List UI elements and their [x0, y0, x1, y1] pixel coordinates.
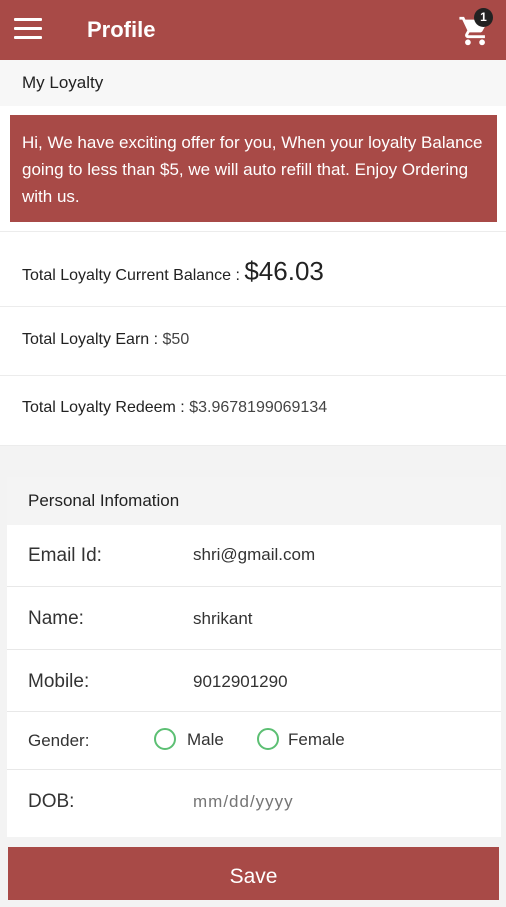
earn-value: $50: [162, 331, 190, 348]
email-label: Email Id:: [28, 545, 102, 566]
mobile-row: Mobile:: [7, 650, 501, 712]
gender-male-radio[interactable]: [154, 728, 176, 750]
redeem-row: Total Loyalty Redeem : $3.9678199069134: [0, 376, 506, 446]
gender-female-label[interactable]: Female: [288, 730, 345, 750]
dob-row: DOB:: [7, 770, 501, 830]
email-row: Email Id:: [7, 525, 501, 587]
redeem-value: $3.9678199069134: [189, 399, 328, 416]
loyalty-section-header: My Loyalty: [0, 60, 506, 106]
offer-banner: Hi, We have exciting offer for you, When…: [10, 115, 497, 222]
earn-row: Total Loyalty Earn : $50: [0, 307, 506, 376]
cart-count-badge: 1: [474, 8, 493, 27]
save-button[interactable]: Save: [8, 847, 499, 900]
name-label: Name:: [28, 608, 84, 629]
redeem-label: Total Loyalty Redeem :: [22, 399, 190, 416]
balance-value: $46.03: [244, 256, 324, 286]
balance-label: Total Loyalty Current Balance :: [22, 267, 245, 284]
name-row: Name:: [7, 587, 501, 650]
page-title: Profile: [87, 17, 156, 42]
loyalty-card: Hi, We have exciting offer for you, When…: [0, 106, 506, 446]
hamburger-menu-icon[interactable]: [14, 18, 42, 42]
dob-field[interactable]: [193, 792, 483, 812]
redeem-text: Total Loyalty Redeem : $3.9678199069134: [22, 399, 327, 417]
balance-row: Total Loyalty Current Balance : $46.03: [0, 231, 506, 307]
gender-row: Gender: Male Female: [7, 712, 501, 770]
name-field[interactable]: [193, 609, 483, 629]
loyalty-section-title: My Loyalty: [22, 73, 104, 92]
personal-info-header: Personal Infomation: [7, 477, 501, 525]
earn-label: Total Loyalty Earn :: [22, 331, 163, 348]
gender-label: Gender:: [28, 731, 90, 750]
mobile-field[interactable]: [193, 672, 483, 692]
mobile-label: Mobile:: [28, 671, 90, 692]
personal-info-card: Personal Infomation Email Id: Name: Mobi…: [7, 477, 501, 837]
gender-male-label[interactable]: Male: [187, 730, 224, 750]
app-bar: Profile 1: [0, 0, 506, 60]
gender-female-radio[interactable]: [257, 728, 279, 750]
earn-text: Total Loyalty Earn : $50: [22, 331, 189, 349]
balance-text: Total Loyalty Current Balance : $46.03: [22, 256, 324, 287]
dob-label: DOB:: [28, 791, 75, 812]
email-field[interactable]: [193, 545, 483, 565]
personal-info-title: Personal Infomation: [28, 491, 180, 510]
